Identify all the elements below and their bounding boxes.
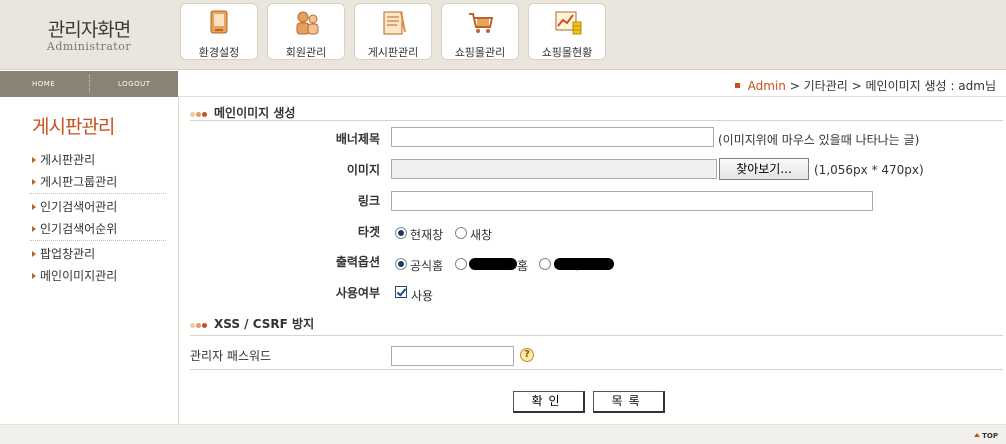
arrow-right-icon xyxy=(32,178,36,185)
menu-board-label: 게시판관리 xyxy=(367,46,419,59)
admin-subtitle: Administrator xyxy=(46,40,132,53)
image-file-input[interactable] xyxy=(391,159,717,179)
arrow-right-icon xyxy=(32,156,36,163)
sidebar-item-label: 메인이미지관리 xyxy=(40,269,118,283)
arrow-right-icon xyxy=(32,272,36,279)
breadcrumb-bar: Admin > 기타관리 > 메인이미지 생성 : adm님 xyxy=(178,71,1006,97)
target-current-label: 현재창 xyxy=(410,228,444,242)
arrow-right-icon xyxy=(32,225,36,232)
menu-shop-admin-label: 쇼핑몰관리 xyxy=(454,46,506,59)
section-title-text: XSS / CSRF 방지 xyxy=(214,317,315,331)
admin-logo[interactable]: 관리자화면 Administrator xyxy=(0,0,178,70)
chart-icon xyxy=(555,11,582,35)
admin-password-label: 관리자 패스워드 xyxy=(190,349,272,363)
menu-shop-status-label: 쇼핑몰현황 xyxy=(541,46,593,59)
menu-board-button[interactable]: 게시판관리 xyxy=(354,3,432,60)
banner-title-label: 배너제목 xyxy=(335,132,380,146)
sidebar-item-board-admin[interactable]: 게시판관리 xyxy=(32,151,95,168)
breadcrumb-user: : adm님 xyxy=(950,79,996,93)
bullet-dots-icon xyxy=(190,106,208,120)
use-label: 사용여부 xyxy=(335,286,380,300)
browse-button[interactable]: 찾아보기... xyxy=(719,158,809,180)
arrow-right-icon xyxy=(32,250,36,257)
sidebar-divider xyxy=(30,240,166,241)
target-new-label: 새창 xyxy=(470,228,493,242)
main-content: 메인이미지 생성 배너제목 (이미지위에 마우스 있을때 나타나는 글) 이미지… xyxy=(180,97,1006,424)
admin-password-input[interactable] xyxy=(391,346,514,366)
menu-members-button[interactable]: 회원관리 xyxy=(267,3,345,60)
section-divider xyxy=(190,120,1003,121)
section-title-text: 메인이미지 생성 xyxy=(214,106,296,120)
target-new-radio[interactable] xyxy=(455,227,467,239)
breadcrumb-home[interactable]: Admin xyxy=(748,79,786,93)
redacted-block xyxy=(554,258,614,270)
breadcrumb-separator: > xyxy=(851,79,862,93)
nav-divider xyxy=(89,75,90,93)
menu-shop-status-button[interactable]: 쇼핑몰현황 xyxy=(528,3,606,60)
sidebar-item-main-image[interactable]: 메인이미지관리 xyxy=(32,267,117,284)
image-label: 이미지 xyxy=(346,163,380,177)
banner-title-hint: (이미지위에 마우스 있을때 나타나는 글) xyxy=(718,133,920,147)
bullet-dots-icon xyxy=(190,317,208,331)
settings-icon xyxy=(210,10,228,34)
output-official-radio[interactable] xyxy=(395,258,407,270)
breadcrumb-level1: 기타관리 xyxy=(803,79,848,93)
link-input[interactable] xyxy=(391,191,873,211)
link-label: 링크 xyxy=(357,194,380,208)
redacted-block xyxy=(469,258,517,270)
sidebar-item-popular-rank[interactable]: 인기검색어순위 xyxy=(32,220,117,237)
breadcrumb-separator: > xyxy=(789,79,800,93)
target-current-radio[interactable] xyxy=(395,227,407,239)
top-link-label: TOP xyxy=(982,432,998,440)
output-home-radio[interactable] xyxy=(455,258,467,270)
sidebar-divider xyxy=(30,193,166,194)
output-official-label: 공식홈 xyxy=(410,259,444,273)
sidebar-item-board-group[interactable]: 게시판그룹관리 xyxy=(32,173,117,190)
sidebar-item-label: 게시판관리 xyxy=(40,153,96,167)
image-size-hint: (1,056px * 470px) xyxy=(814,163,924,177)
list-button[interactable]: 목록 xyxy=(593,391,665,413)
sidebar-item-popular-search[interactable]: 인기검색어관리 xyxy=(32,198,117,215)
arrow-right-icon xyxy=(32,203,36,210)
sidebar-item-label: 인기검색어순위 xyxy=(40,222,118,236)
top-nav: HOME LOGOUT xyxy=(0,71,178,97)
output-shop-radio[interactable] xyxy=(539,258,551,270)
admin-title: 관리자화면 xyxy=(47,19,131,41)
output-option-label: 출력옵션 xyxy=(335,255,380,269)
menu-settings-label: 환경설정 xyxy=(198,46,240,59)
board-icon xyxy=(383,11,406,35)
cart-icon xyxy=(469,13,494,33)
menu-members-label: 회원관리 xyxy=(285,46,327,59)
sidebar: 게시판관리 게시판관리 게시판그룹관리 인기검색어관리 인기검색어순위 팝업창관… xyxy=(0,97,179,424)
target-label: 타겟 xyxy=(357,225,380,239)
section-divider xyxy=(190,369,1003,370)
breadcrumb-current: 메인이미지 생성 xyxy=(865,79,947,93)
menu-settings-button[interactable]: 환경설정 xyxy=(180,3,258,60)
sidebar-item-label: 인기검색어관리 xyxy=(40,200,118,214)
menu-shop-admin-button[interactable]: 쇼핑몰관리 xyxy=(441,3,519,60)
sidebar-item-popup[interactable]: 팝업창관리 xyxy=(32,245,95,262)
breadcrumb: Admin > 기타관리 > 메인이미지 생성 : adm님 xyxy=(734,77,996,94)
footer: TOP xyxy=(0,424,1006,444)
section-title-main-image: 메인이미지 생성 xyxy=(190,104,295,121)
use-checkbox-label: 사용 xyxy=(411,289,434,303)
sidebar-item-label: 게시판그룹관리 xyxy=(40,175,118,189)
arrow-up-icon xyxy=(974,433,981,437)
section-divider xyxy=(190,335,1003,336)
confirm-button[interactable]: 확인 xyxy=(513,391,585,413)
breadcrumb-bullet-icon xyxy=(734,83,740,88)
section-title-security: XSS / CSRF 방지 xyxy=(190,315,314,332)
home-link[interactable]: HOME xyxy=(32,80,55,88)
banner-title-input[interactable] xyxy=(391,127,714,147)
sidebar-title: 게시판관리 xyxy=(32,116,115,138)
header: 관리자화면 Administrator 환경설정 회원관리 게시판관리 쇼핑몰관… xyxy=(0,0,1006,70)
members-icon xyxy=(296,11,319,35)
use-checkbox[interactable] xyxy=(395,286,407,298)
sidebar-item-label: 팝업창관리 xyxy=(40,247,96,261)
help-icon[interactable]: ? xyxy=(520,348,534,362)
top-link[interactable]: TOP xyxy=(974,432,998,440)
logout-link[interactable]: LOGOUT xyxy=(118,80,151,88)
